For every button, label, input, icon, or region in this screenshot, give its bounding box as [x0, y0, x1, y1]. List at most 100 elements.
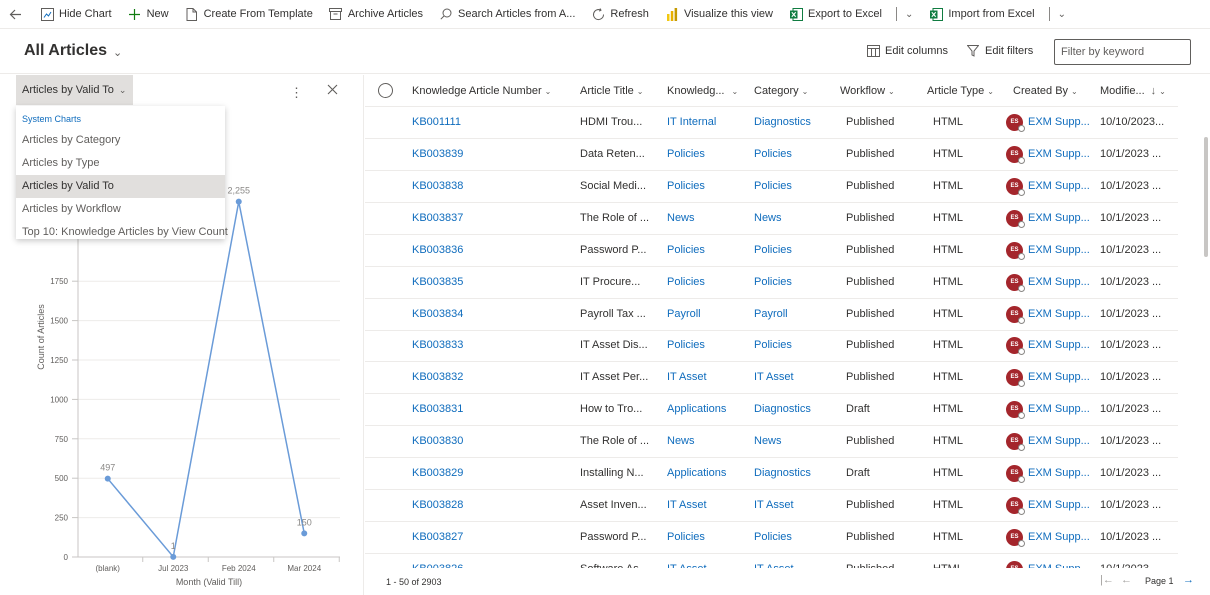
cell-created-by[interactable]: EXM Supp...: [1028, 267, 1098, 298]
cell-category[interactable]: IT Asset: [754, 362, 836, 393]
cell-knowledge-base[interactable]: Payroll: [667, 299, 749, 330]
cell-knowledge-base[interactable]: News: [667, 426, 749, 457]
table-row[interactable]: KB003834 Payroll Tax ... Payroll Payroll Pub…: [365, 299, 1178, 331]
cell-category[interactable]: Diagnostics: [754, 394, 836, 425]
table-row[interactable]: KB003829 Installing N... Applications Diagn…: [365, 458, 1178, 490]
cell-knowledge-base[interactable]: Policies: [667, 522, 749, 553]
cell-created-by[interactable]: EXM Supp...: [1028, 330, 1098, 361]
cell-category[interactable]: News: [754, 203, 836, 234]
cell-created-by[interactable]: EXM Supp...: [1028, 362, 1098, 393]
cell-category[interactable]: Policies: [754, 522, 836, 553]
cell-created-by[interactable]: EXM Supp...: [1028, 139, 1098, 170]
cell-knowledge-base[interactable]: IT Internal: [667, 107, 749, 138]
edit-filters-button[interactable]: Edit filters: [966, 44, 1033, 58]
cell-category[interactable]: Policies: [754, 267, 836, 298]
column-header-title[interactable]: Article Title ⌄: [580, 75, 644, 107]
cell-article-number[interactable]: KB003826: [412, 554, 562, 568]
refresh-button[interactable]: Refresh: [583, 0, 657, 29]
cell-knowledge-base[interactable]: IT Asset: [667, 362, 749, 393]
cell-created-by[interactable]: EXM Supp...: [1028, 426, 1098, 457]
cell-category[interactable]: Policies: [754, 235, 836, 266]
cell-created-by[interactable]: EXM Supp...: [1028, 203, 1098, 234]
cell-category[interactable]: Policies: [754, 330, 836, 361]
select-all-checkbox[interactable]: [378, 83, 393, 98]
cell-created-by[interactable]: EXM Supp...: [1028, 171, 1098, 202]
cell-created-by[interactable]: EXM Supp...: [1028, 554, 1098, 568]
cell-created-by[interactable]: EXM Supp...: [1028, 490, 1098, 521]
cell-knowledge-base[interactable]: Applications: [667, 394, 749, 425]
cell-knowledge-base[interactable]: IT Asset: [667, 554, 749, 568]
hide-chart-button[interactable]: Hide Chart: [30, 0, 120, 29]
cell-category[interactable]: Diagnostics: [754, 458, 836, 489]
column-header-created-by[interactable]: Created By ⌄: [1013, 75, 1078, 107]
column-header-article-type[interactable]: Article Type ⌄: [927, 75, 994, 107]
column-header-knowledge-base[interactable]: Knowledg... ⌄: [667, 75, 738, 107]
cell-article-number[interactable]: KB003829: [412, 458, 562, 489]
cell-article-number[interactable]: KB001111: [412, 107, 562, 138]
table-row[interactable]: KB003831 How to Tro... Applications Diagnos…: [365, 394, 1178, 426]
more-options-button[interactable]: ⋮: [290, 86, 303, 103]
visualize-view-button[interactable]: Visualize this view: [657, 0, 781, 29]
cell-knowledge-base[interactable]: IT Asset: [667, 490, 749, 521]
cell-article-number[interactable]: KB003830: [412, 426, 562, 457]
dropdown-item-top-10-by-view-count[interactable]: Top 10: Knowledge Articles by View Count: [16, 221, 228, 244]
cell-created-by[interactable]: EXM Supp...: [1028, 458, 1098, 489]
table-row[interactable]: KB001111 HDMI Trou... IT Internal Diagnosti…: [365, 107, 1178, 139]
table-row[interactable]: KB003828 Asset Inven... IT Asset IT Asset Pu…: [365, 490, 1178, 522]
archive-articles-button[interactable]: Archive Articles: [321, 0, 431, 29]
view-selector[interactable]: All Articles ⌄: [24, 42, 122, 60]
cell-article-number[interactable]: KB003831: [412, 394, 562, 425]
cell-article-number[interactable]: KB003838: [412, 171, 562, 202]
table-row[interactable]: KB003827 Password P... Policies Policies Pub…: [365, 522, 1178, 554]
table-row[interactable]: KB003835 IT Procure... Policies Policies Pub…: [365, 267, 1178, 299]
back-button[interactable]: [0, 0, 30, 29]
new-button[interactable]: New: [120, 0, 177, 29]
table-row[interactable]: KB003830 The Role of ... News News Published…: [365, 426, 1178, 458]
table-row[interactable]: KB003837 The Role of ... News News Published…: [365, 203, 1178, 235]
edit-columns-button[interactable]: Edit columns: [866, 44, 948, 58]
create-from-template-button[interactable]: Create From Template: [177, 0, 321, 29]
cell-knowledge-base[interactable]: Policies: [667, 267, 749, 298]
cell-category[interactable]: Payroll: [754, 299, 836, 330]
dropdown-item-articles-by-workflow[interactable]: Articles by Workflow: [16, 198, 225, 221]
next-page-button[interactable]: →: [1183, 574, 1194, 586]
cell-article-number[interactable]: KB003828: [412, 490, 562, 521]
cell-knowledge-base[interactable]: Policies: [667, 330, 749, 361]
export-menu-button[interactable]: ⌄: [899, 0, 919, 29]
cell-created-by[interactable]: EXM Supp...: [1028, 107, 1098, 138]
previous-page-button[interactable]: ←: [1121, 574, 1132, 586]
cell-category[interactable]: Diagnostics: [754, 107, 836, 138]
dropdown-item-articles-by-type[interactable]: Articles by Type: [16, 152, 225, 175]
cell-category[interactable]: News: [754, 426, 836, 457]
table-row[interactable]: KB003839 Data Reten... Policies Policies Pub…: [365, 139, 1178, 171]
import-menu-button[interactable]: ⌄: [1052, 0, 1072, 29]
column-header-workflow[interactable]: Workflow ⌄: [840, 75, 895, 107]
filter-by-keyword-input[interactable]: [1054, 39, 1191, 65]
cell-article-number[interactable]: KB003827: [412, 522, 562, 553]
search-articles-button[interactable]: Search Articles from A...: [431, 0, 583, 29]
cell-knowledge-base[interactable]: Policies: [667, 139, 749, 170]
column-header-modified[interactable]: Modifie... ↓ ⌄: [1100, 75, 1166, 107]
cell-knowledge-base[interactable]: Policies: [667, 235, 749, 266]
table-row[interactable]: KB003832 IT Asset Per... IT Asset IT Asset P…: [365, 362, 1178, 394]
cell-article-number[interactable]: KB003839: [412, 139, 562, 170]
table-row[interactable]: KB003836 Password P... Policies Policies Pub…: [365, 235, 1178, 267]
cell-category[interactable]: IT Asset: [754, 554, 836, 568]
cell-knowledge-base[interactable]: News: [667, 203, 749, 234]
table-row[interactable]: KB003833 IT Asset Dis... Policies Policies P…: [365, 330, 1178, 362]
cell-article-number[interactable]: KB003837: [412, 203, 562, 234]
export-to-excel-button[interactable]: Export to Excel: [781, 0, 890, 29]
table-row[interactable]: KB003826 Software As... IT Asset IT Asset Pu…: [365, 554, 1178, 568]
dropdown-item-articles-by-valid-to[interactable]: Articles by Valid To: [16, 175, 225, 198]
cell-article-number[interactable]: KB003836: [412, 235, 562, 266]
cell-article-number[interactable]: KB003833: [412, 330, 562, 361]
cell-category[interactable]: Policies: [754, 171, 836, 202]
cell-created-by[interactable]: EXM Supp...: [1028, 235, 1098, 266]
table-row[interactable]: KB003838 Social Medi... Policies Policies Pu…: [365, 171, 1178, 203]
cell-created-by[interactable]: EXM Supp...: [1028, 299, 1098, 330]
column-header-number[interactable]: Knowledge Article Number ⌄: [412, 75, 551, 107]
cell-article-number[interactable]: KB003835: [412, 267, 562, 298]
cell-article-number[interactable]: KB003834: [412, 299, 562, 330]
column-header-category[interactable]: Category ⌄: [754, 75, 808, 107]
cell-category[interactable]: IT Asset: [754, 490, 836, 521]
